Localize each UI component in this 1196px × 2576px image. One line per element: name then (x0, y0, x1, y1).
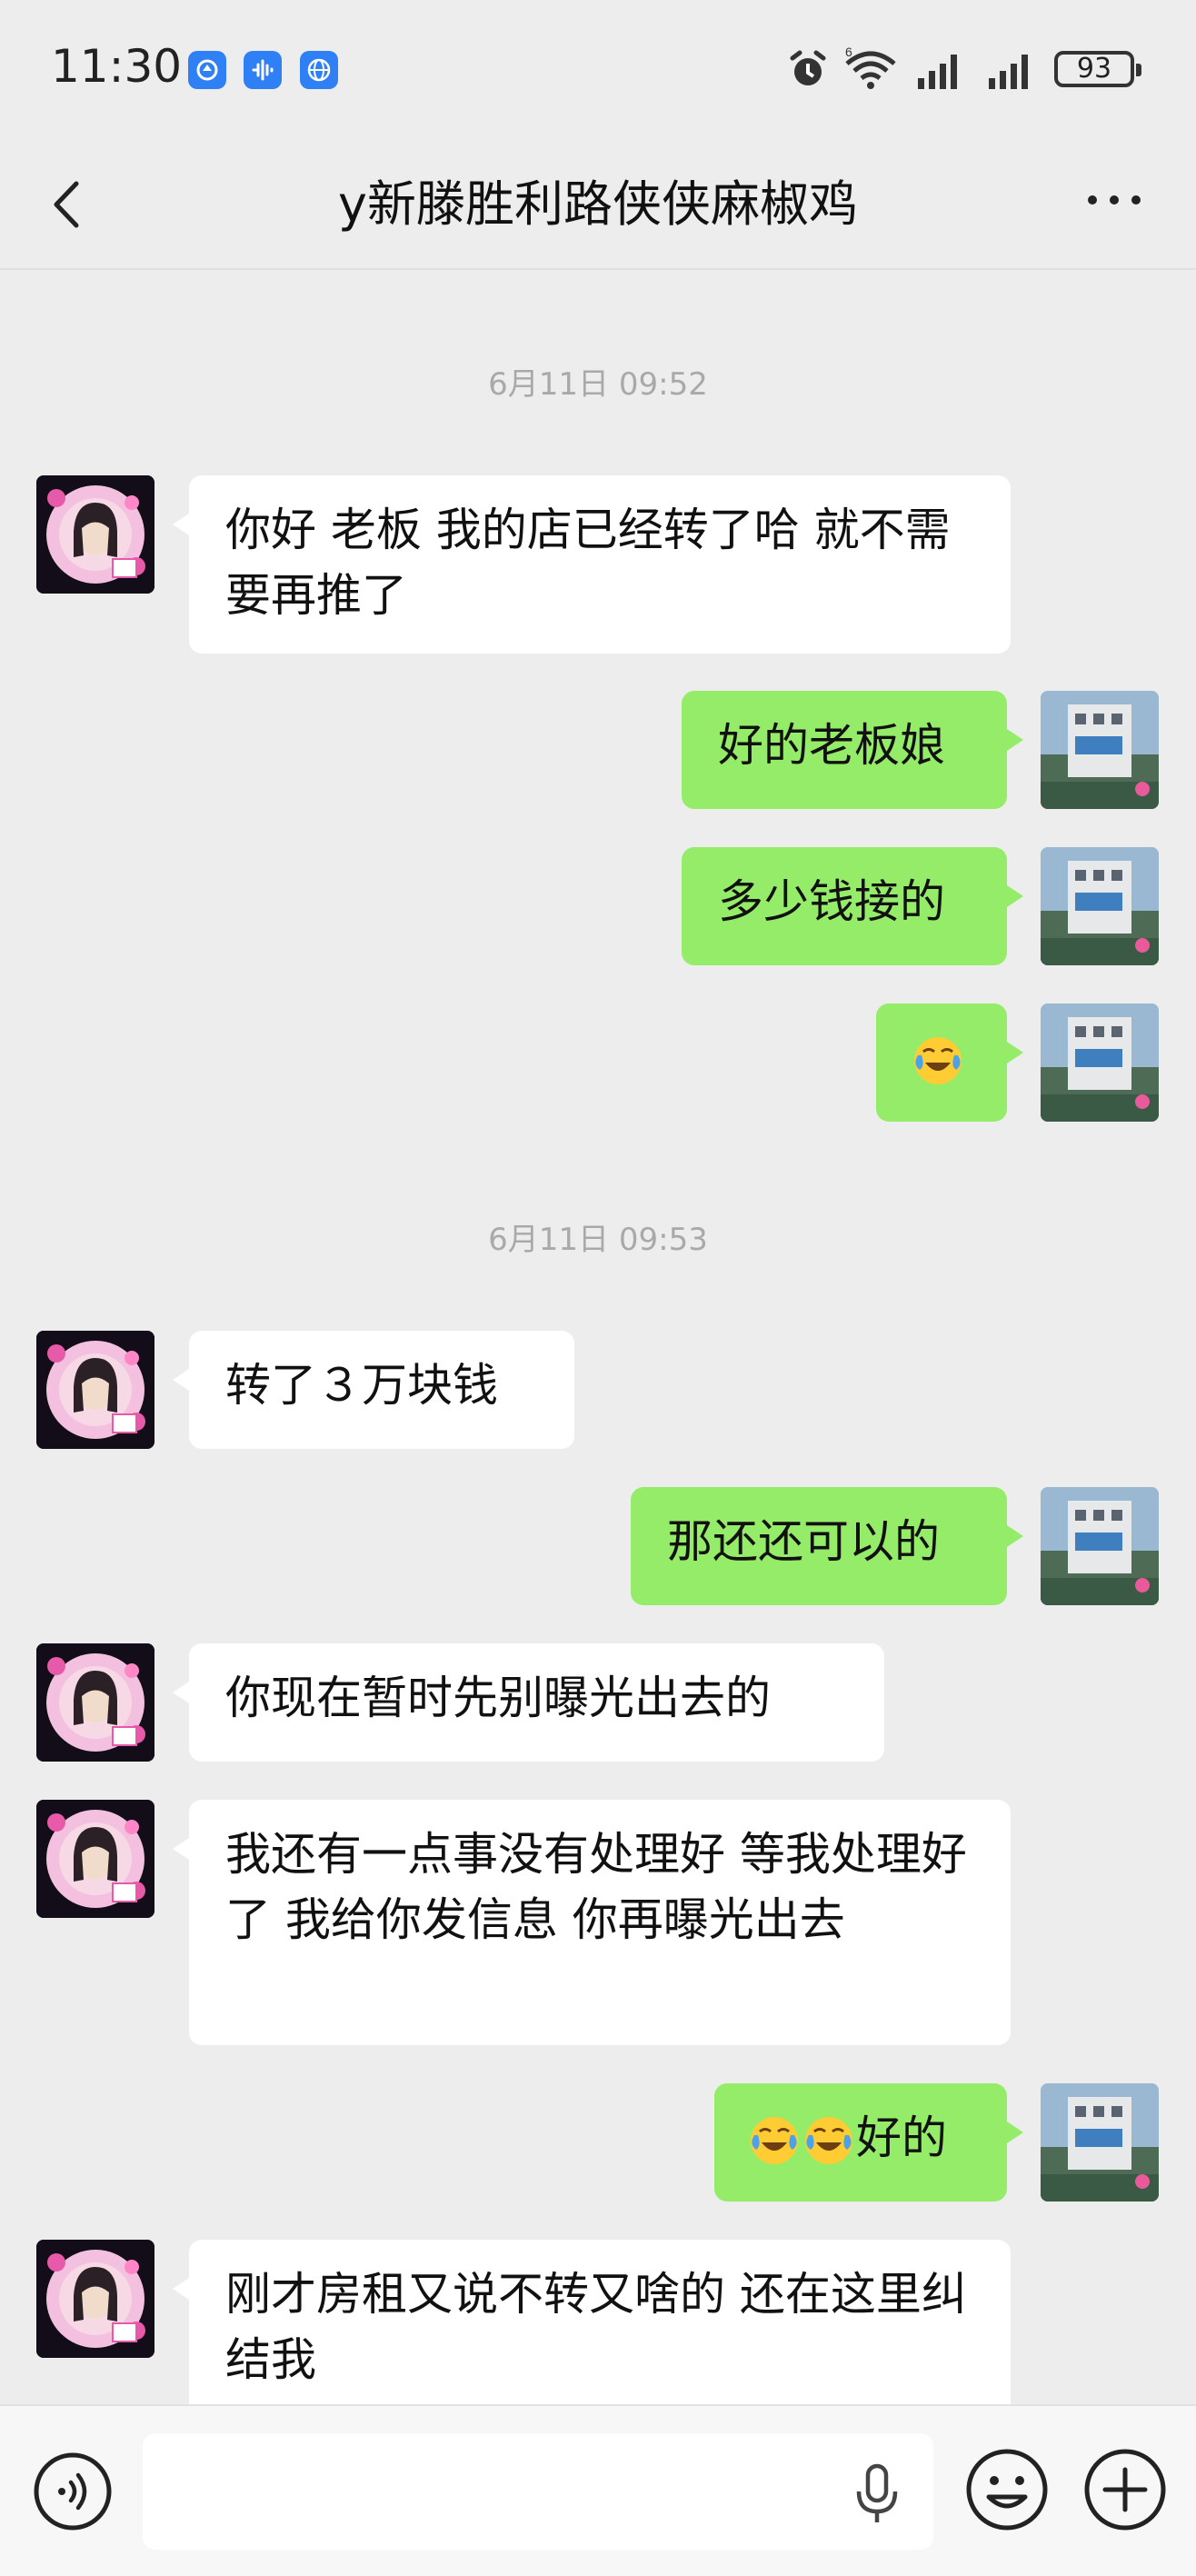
message-timestamp: 6月11日 09:53 (488, 1222, 708, 1258)
contact-avatar[interactable] (36, 1331, 154, 1449)
status-bar: 11:30 6 93 (0, 0, 1196, 136)
self-avatar[interactable] (1041, 1487, 1159, 1605)
plus-circle-icon[interactable] (1081, 2446, 1169, 2533)
message-input[interactable] (143, 2433, 933, 2550)
chat-input-bar (0, 2404, 1196, 2576)
battery-indicator: 93 (1054, 51, 1141, 87)
message-bubble-received[interactable]: 我还有一点事没有处理好 等我处理好了 我给你发信息 你再曝光出去 (173, 1800, 1011, 2045)
laugh-cry-emoji-icon (751, 2116, 798, 2164)
message-bubble-sent[interactable]: 多少钱接的 (682, 847, 1023, 965)
self-avatar[interactable] (1041, 691, 1159, 809)
self-avatar[interactable] (1041, 2083, 1159, 2202)
message-bubble-sent[interactable]: 好的 (714, 2083, 1023, 2202)
contact-avatar[interactable] (36, 2240, 154, 2358)
signal-icon (918, 55, 957, 89)
contact-avatar[interactable] (36, 475, 154, 594)
message-bubble-received[interactable]: 你现在暂时先别曝光出去的 (173, 1643, 884, 1762)
wifi-icon: 6 (845, 45, 896, 89)
chat-header: y新滕胜利路侠侠麻椒鸡 (0, 136, 1196, 270)
audio-notification-icon (244, 51, 282, 89)
chat-title: y新滕胜利路侠侠麻椒鸡 (338, 175, 858, 233)
self-avatar[interactable] (1041, 1003, 1159, 1122)
message-bubble-sent[interactable]: 那还还可以的 (631, 1487, 1023, 1605)
laugh-cry-emoji-icon (805, 2116, 852, 2164)
alarm-icon (790, 50, 826, 85)
more-dots-icon[interactable] (1078, 173, 1151, 227)
message-bubble-sent-emoji[interactable] (876, 1003, 1023, 1122)
message-bubble-received[interactable]: 刚才房租又说不转又啥的 还在这里纠结我 (173, 2240, 1011, 2421)
svg-text:6: 6 (845, 45, 852, 59)
app-notification-icon (188, 51, 226, 89)
contact-avatar[interactable] (36, 1800, 154, 1918)
voice-mode-icon[interactable] (31, 2450, 115, 2533)
laugh-cry-emoji-icon (914, 1036, 962, 1084)
status-time: 11:30 (51, 40, 183, 93)
signal-icon-2 (989, 55, 1028, 89)
message-timestamp: 6月11日 09:52 (488, 366, 708, 403)
contact-avatar[interactable] (36, 1643, 154, 1762)
browser-notification-icon (300, 51, 338, 89)
message-bubble-received[interactable]: 转了３万块钱 (173, 1331, 574, 1449)
emoji-smile-icon[interactable] (963, 2446, 1051, 2533)
microphone-icon[interactable] (852, 2462, 902, 2526)
message-bubble-received[interactable]: 你好 老板 我的店已经转了哈 就不需要再推了 (173, 475, 1011, 654)
message-bubble-sent[interactable]: 好的老板娘 (682, 691, 1023, 809)
self-avatar[interactable] (1041, 847, 1159, 965)
message-text: 好的 (856, 2112, 947, 2164)
